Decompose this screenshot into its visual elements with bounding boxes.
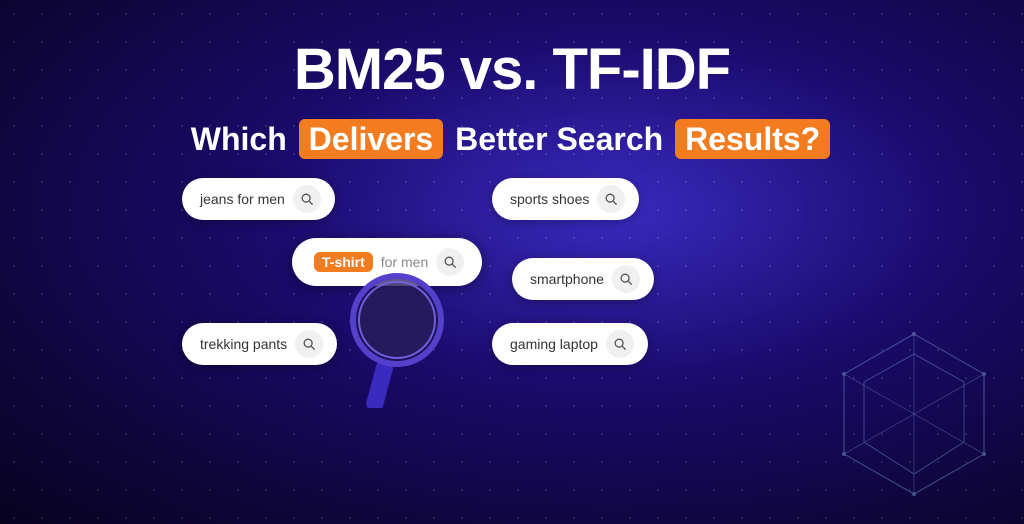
search-bar-jeans: jeans for men — [182, 178, 335, 220]
search-icon-gaming — [606, 330, 634, 358]
search-icon-jeans — [293, 185, 321, 213]
search-text-sports: sports shoes — [510, 191, 589, 207]
search-icon-smartphone — [612, 265, 640, 293]
highlight-delivers: Delivers — [299, 119, 444, 159]
search-text-jeans: jeans for men — [200, 191, 285, 207]
search-icon-trekking — [295, 330, 323, 358]
search-text-trekking: trekking pants — [200, 336, 287, 352]
search-text-smartphone: smartphone — [530, 271, 604, 287]
main-content: BM25 vs. TF-IDF Which Delivers Better Se… — [0, 0, 1024, 408]
search-bar-sports: sports shoes — [492, 178, 639, 220]
search-bar-smartphone: smartphone — [512, 258, 654, 300]
search-bar-trekking: trekking pants — [182, 323, 337, 365]
magnifier-icon — [342, 268, 452, 408]
search-icon-sports — [597, 185, 625, 213]
page-title: BM25 vs. TF-IDF — [294, 38, 730, 102]
highlight-results: Results? — [675, 119, 830, 159]
search-bars-area: jeans for men sports shoes T-shirt for m… — [162, 178, 862, 408]
page-subtitle: Which Delivers Better Search Results? — [191, 120, 833, 158]
search-text-gaming: gaming laptop — [510, 336, 598, 352]
search-bar-gaming: gaming laptop — [492, 323, 648, 365]
